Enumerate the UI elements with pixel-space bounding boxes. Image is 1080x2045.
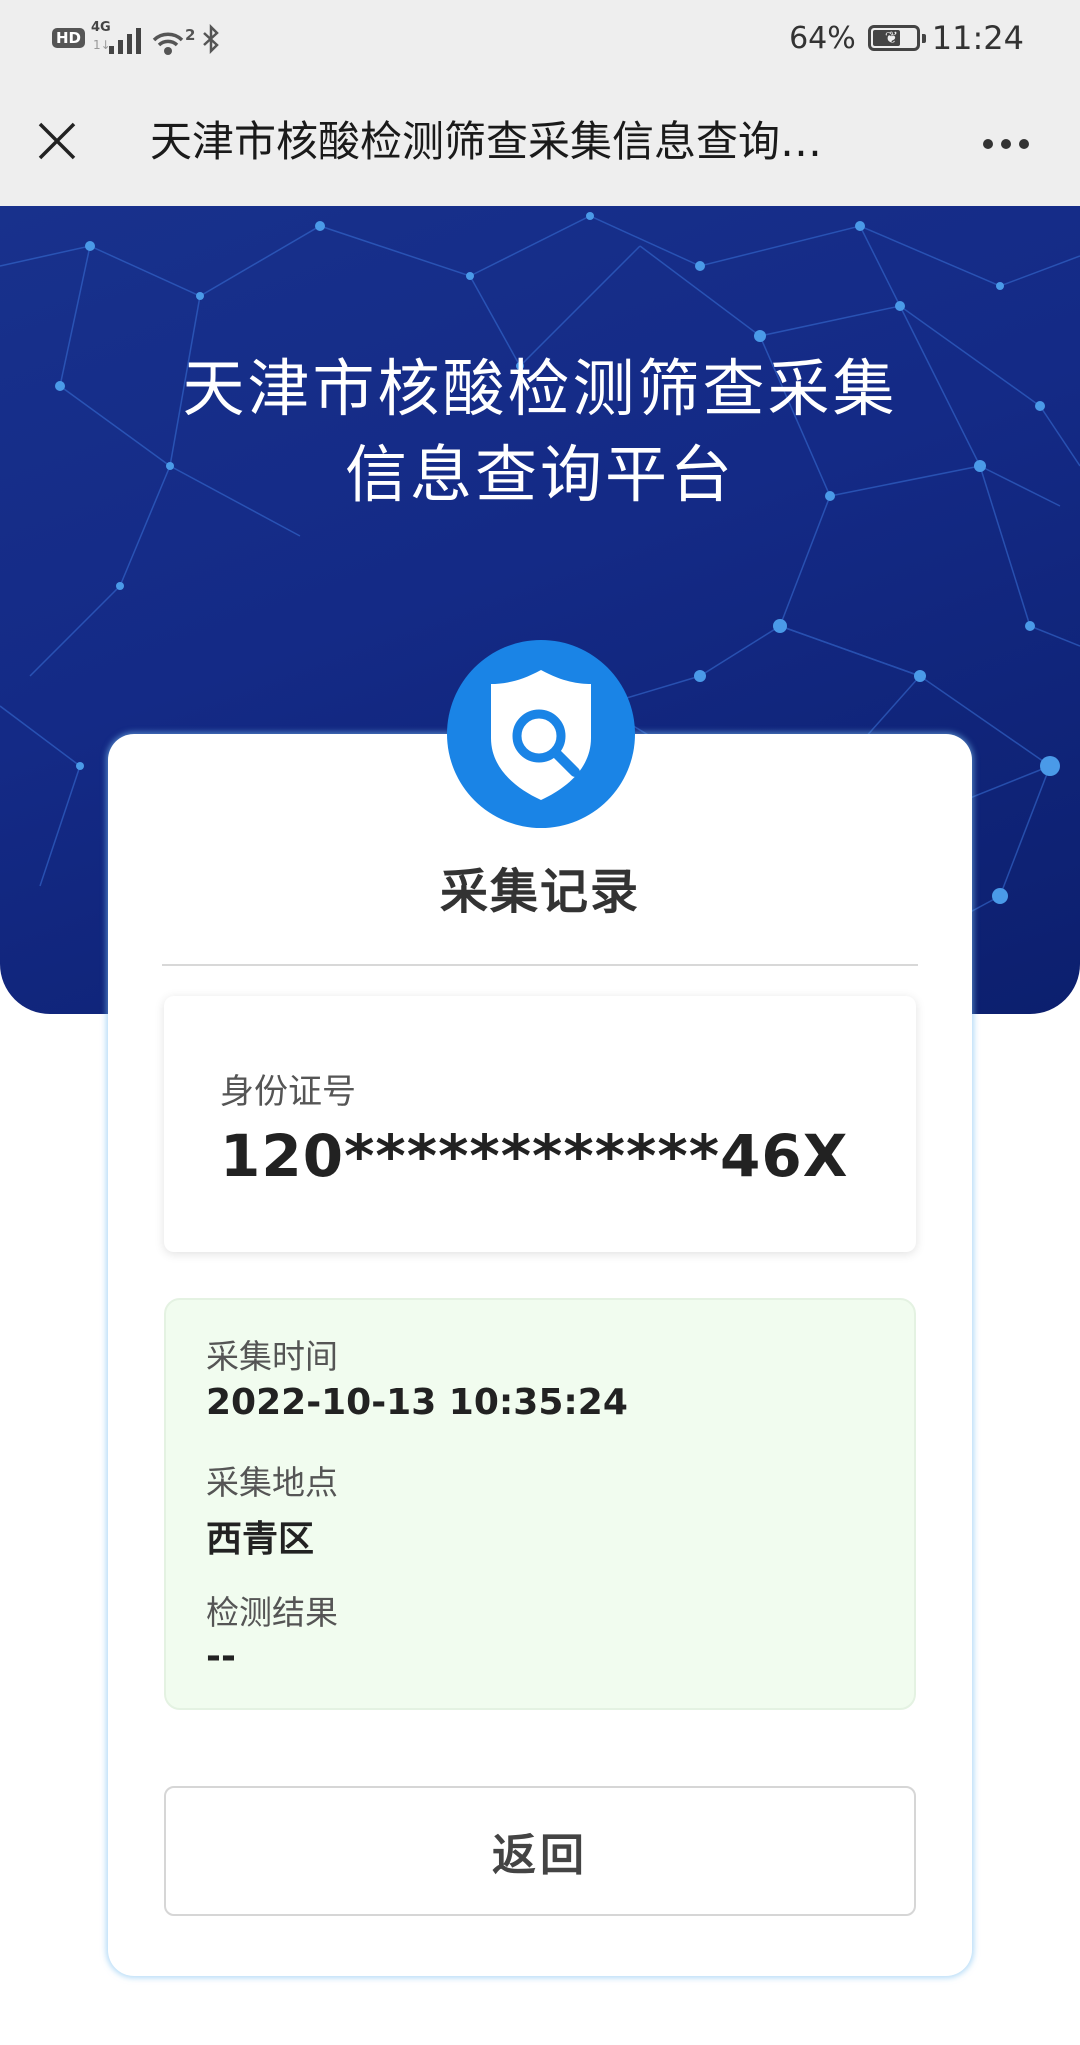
page-title: 天津市核酸检测筛查采集信息查询… bbox=[150, 117, 823, 166]
test-result-value: -- bbox=[206, 1636, 236, 1677]
platform-title-line-2: 信息查询平台 bbox=[344, 438, 735, 511]
status-left-icons: HD 4G 1↓ 2 bbox=[52, 18, 221, 58]
id-number-label: 身份证号 bbox=[220, 1072, 356, 1112]
status-bar: HD 4G 1↓ 2 64% ❦ 11:24 bbox=[0, 0, 1080, 78]
divider bbox=[162, 964, 918, 966]
bluetooth-icon bbox=[201, 20, 221, 56]
id-number-panel: 身份证号 120************46X bbox=[164, 996, 916, 1252]
collection-info-panel: 采集时间 2022-10-13 10:35:24 采集地点 西青区 检测结果 -… bbox=[164, 1298, 916, 1710]
collection-time-label: 采集时间 bbox=[206, 1337, 338, 1376]
record-card: 采集记录 身份证号 120************46X 采集时间 2022-1… bbox=[108, 734, 972, 1976]
back-button[interactable]: 返回 bbox=[164, 1786, 916, 1916]
collection-location-label: 采集地点 bbox=[206, 1463, 338, 1502]
battery-percent: 64% bbox=[789, 20, 856, 56]
clock: 11:24 bbox=[931, 19, 1024, 57]
power-saving-leaf-icon: ❦ bbox=[884, 28, 899, 47]
network-type-label: 4G bbox=[91, 20, 111, 35]
cellular-signal-icon: 4G 1↓ bbox=[91, 20, 145, 56]
wifi-icon: 2 bbox=[151, 17, 195, 59]
collection-time-value: 2022-10-13 10:35:24 bbox=[206, 1382, 628, 1423]
status-right-icons: 64% ❦ 11:24 bbox=[789, 18, 1024, 58]
wifi-count: 2 bbox=[185, 26, 196, 45]
collection-location-value: 西青区 bbox=[206, 1519, 315, 1560]
platform-title: 天津市核酸检测筛查采集 信息查询平台 bbox=[0, 346, 1080, 518]
shield-search-icon bbox=[447, 640, 635, 828]
top-nav-bar: 天津市核酸检测筛查采集信息查询… bbox=[0, 78, 1080, 206]
platform-title-line-1: 天津市核酸检测筛查采集 bbox=[182, 352, 898, 425]
card-title: 采集记录 bbox=[439, 864, 640, 920]
more-options-icon[interactable] bbox=[976, 124, 1036, 164]
battery-icon: ❦ bbox=[867, 25, 926, 51]
close-icon[interactable] bbox=[30, 114, 84, 168]
id-number-value: 120************46X bbox=[220, 1122, 849, 1190]
test-result-label: 检测结果 bbox=[206, 1593, 338, 1632]
hd-icon: HD bbox=[52, 28, 86, 48]
